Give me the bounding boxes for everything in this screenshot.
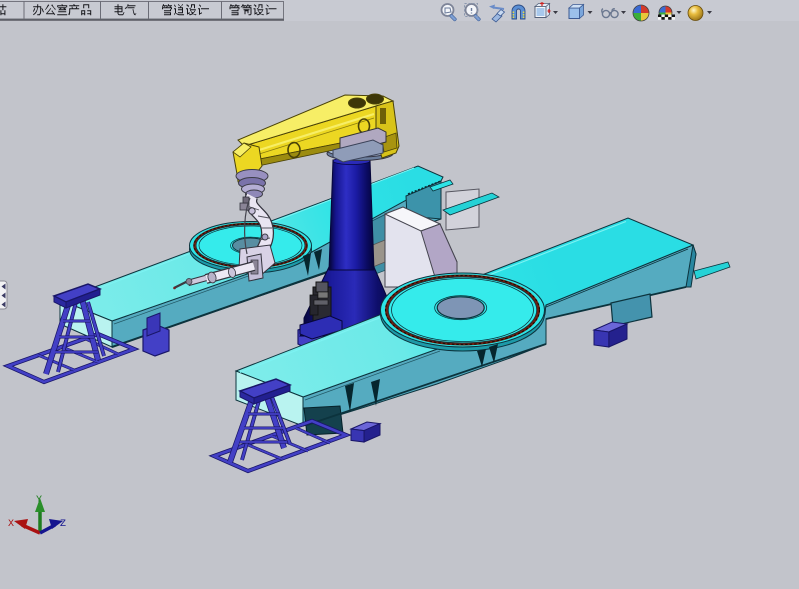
svg-text:X: X [8, 519, 14, 530]
svg-text:Y: Y [36, 495, 42, 506]
svg-text:Z: Z [60, 519, 66, 530]
